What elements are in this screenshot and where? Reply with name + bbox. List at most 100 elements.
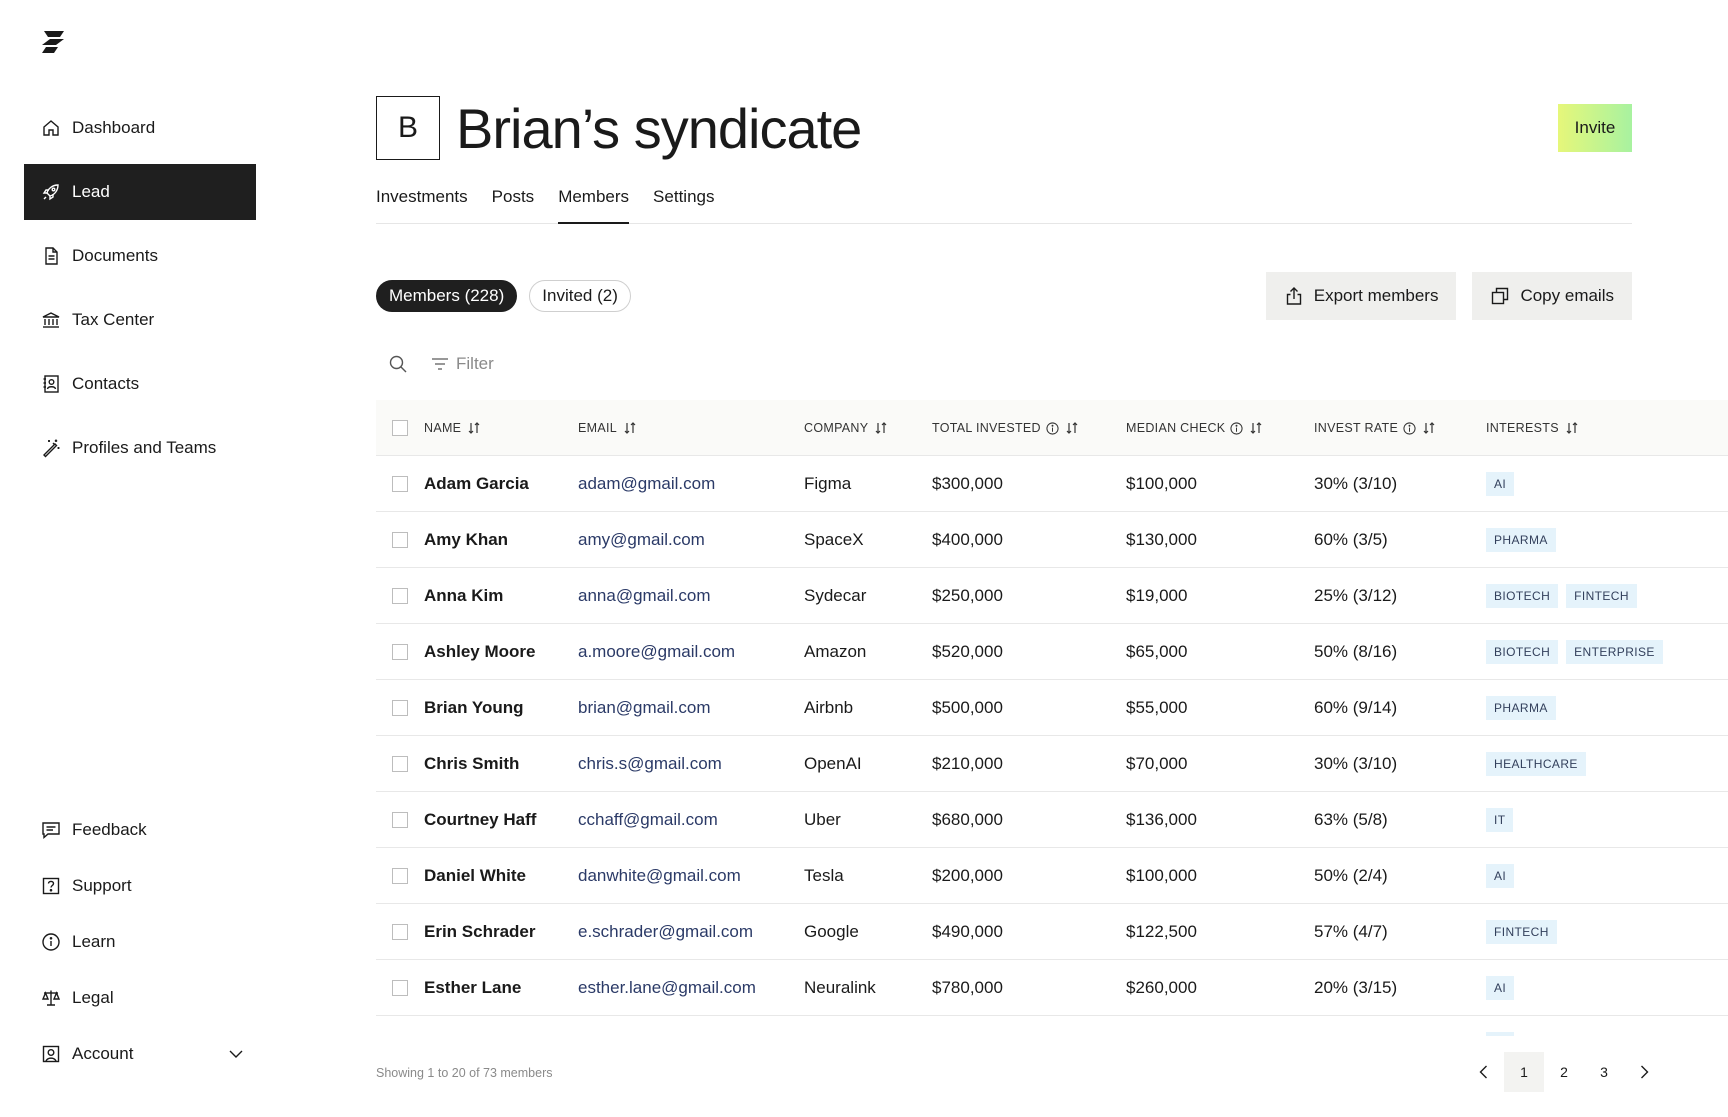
column-header-company[interactable]: COMPANY	[804, 400, 888, 456]
sidebar-item-contacts[interactable]: Contacts	[24, 356, 256, 412]
sort-icon[interactable]	[1065, 421, 1079, 435]
row-checkbox[interactable]	[392, 700, 408, 716]
table-row[interactable]: Brian Young brian@gmail.com Airbnb $500,…	[376, 680, 1728, 736]
member-interests: AI	[1486, 456, 1522, 512]
row-checkbox[interactable]	[392, 980, 408, 996]
tab-investments[interactable]: Investments	[376, 184, 468, 224]
column-header-label: INVEST RATE	[1314, 421, 1399, 435]
member-email[interactable]: amy@gmail.com	[578, 512, 705, 568]
tab-settings[interactable]: Settings	[653, 184, 714, 224]
sidebar-item-documents[interactable]: Documents	[24, 228, 256, 284]
previous-page-button[interactable]	[1464, 1052, 1504, 1092]
sidebar-item-lead[interactable]: Lead	[24, 164, 256, 220]
member-interests: PHARMA	[1486, 512, 1564, 568]
member-interests: AI	[1486, 848, 1522, 904]
table-row[interactable]: Amy Khan amy@gmail.com SpaceX $400,000 $…	[376, 512, 1728, 568]
member-invest-rate: 50% (8/16)	[1314, 642, 1398, 661]
table-row[interactable]: Daniel White danwhite@gmail.com Tesla $2…	[376, 848, 1728, 904]
page-button-2[interactable]: 2	[1544, 1052, 1584, 1092]
sidebar-item-support[interactable]: Support	[24, 862, 256, 910]
interest-tag: BIOTECH	[1486, 584, 1559, 608]
members-pill[interactable]: Members (228)	[376, 280, 518, 312]
member-email[interactable]: esther.lane@gmail.com	[578, 960, 756, 1016]
sidebar-item-profiles-and-teams[interactable]: Profiles and Teams	[24, 420, 256, 476]
member-email[interactable]: adam@gmail.com	[578, 456, 715, 512]
sort-icon[interactable]	[467, 421, 481, 435]
row-checkbox[interactable]	[392, 756, 408, 772]
column-header-name[interactable]: NAME	[424, 400, 481, 456]
invite-button[interactable]: Invite	[1558, 104, 1632, 152]
interest-tag: ENTERPRISE	[1566, 640, 1663, 664]
info-icon[interactable]	[1403, 421, 1416, 435]
tab-posts[interactable]: Posts	[492, 184, 535, 224]
member-email[interactable]: a.moore@gmail.com	[578, 624, 735, 680]
clipped-row-edge	[1486, 1032, 1514, 1036]
chevron-down-icon[interactable]	[227, 1045, 245, 1063]
sort-icon[interactable]	[874, 421, 888, 435]
row-checkbox[interactable]	[392, 588, 408, 604]
sort-icon[interactable]	[1422, 421, 1436, 435]
member-interests: AI	[1486, 960, 1522, 1016]
next-page-button[interactable]	[1624, 1052, 1664, 1092]
column-header-label: TOTAL INVESTED	[932, 421, 1041, 435]
sidebar-item-learn[interactable]: Learn	[24, 918, 256, 966]
row-checkbox[interactable]	[392, 924, 408, 940]
column-header-email[interactable]: EMAIL	[578, 400, 637, 456]
sidebar-item-feedback[interactable]: Feedback	[24, 806, 256, 854]
search-icon[interactable]	[388, 354, 408, 374]
info-icon[interactable]	[1230, 421, 1244, 435]
sidebar-item-label: Profiles and Teams	[72, 438, 217, 457]
sidebar-item-dashboard[interactable]: Dashboard	[24, 100, 256, 156]
column-header-invest-rate[interactable]: INVEST RATE	[1314, 400, 1436, 456]
member-email[interactable]: cchaff@gmail.com	[578, 792, 718, 848]
sidebar-item-legal[interactable]: Legal	[24, 974, 256, 1022]
member-name: Brian Young	[424, 698, 524, 717]
sort-icon[interactable]	[623, 421, 637, 435]
table-row[interactable]: Courtney Haff cchaff@gmail.com Uber $680…	[376, 792, 1728, 848]
member-median-check: $100,000	[1126, 474, 1197, 493]
sort-icon[interactable]	[1249, 421, 1263, 435]
table-row[interactable]: Erin Schrader e.schrader@gmail.com Googl…	[376, 904, 1728, 960]
copy-emails-button[interactable]: Copy emails	[1472, 272, 1632, 320]
member-email[interactable]: e.schrader@gmail.com	[578, 904, 753, 960]
select-all-checkbox[interactable]	[392, 420, 408, 436]
member-company: Neuralink	[804, 978, 876, 997]
export-members-button[interactable]: Export members	[1265, 272, 1457, 320]
column-header-median-check[interactable]: MEDIAN CHECK	[1126, 400, 1263, 456]
sidebar-item-tax-center[interactable]: Tax Center	[24, 292, 256, 348]
table-row[interactable]: Adam Garcia adam@gmail.com Figma $300,00…	[376, 456, 1728, 512]
table-row[interactable]: Ashley Moore a.moore@gmail.com Amazon $5…	[376, 624, 1728, 680]
tab-members[interactable]: Members	[558, 184, 630, 224]
interest-tag: FINTECH	[1566, 584, 1637, 608]
row-checkbox[interactable]	[392, 532, 408, 548]
column-header-interests[interactable]: INTERESTS	[1486, 400, 1579, 456]
info-icon[interactable]	[1046, 421, 1059, 435]
table-row[interactable]: Esther Lane esther.lane@gmail.com Neural…	[376, 960, 1728, 1016]
table-row[interactable]: Chris Smith chris.s@gmail.com OpenAI $21…	[376, 736, 1728, 792]
sidebar-item-account[interactable]: Account	[24, 1030, 256, 1078]
member-email[interactable]: brian@gmail.com	[578, 680, 711, 736]
member-email[interactable]: anna@gmail.com	[578, 568, 711, 624]
column-header-label: EMAIL	[578, 421, 618, 435]
table-row[interactable]: Anna Kim anna@gmail.com Sydecar $250,000…	[376, 568, 1728, 624]
member-invest-rate: 60% (9/14)	[1314, 698, 1398, 717]
row-checkbox[interactable]	[392, 812, 408, 828]
sort-icon[interactable]	[1565, 421, 1579, 435]
column-header-label: INTERESTS	[1486, 421, 1559, 435]
column-header-total-invested[interactable]: TOTAL INVESTED	[932, 400, 1079, 456]
member-interests: BIOTECH ENTERPRISE	[1486, 624, 1671, 680]
invited-pill[interactable]: Invited (2)	[529, 280, 631, 312]
page-button-1[interactable]: 1	[1504, 1052, 1544, 1092]
page-button-3[interactable]: 3	[1584, 1052, 1624, 1092]
member-email[interactable]: danwhite@gmail.com	[578, 848, 741, 904]
row-checkbox[interactable]	[392, 868, 408, 884]
filter-button[interactable]: Filter	[430, 354, 494, 374]
member-email[interactable]: chris.s@gmail.com	[578, 736, 722, 792]
row-checkbox[interactable]	[392, 476, 408, 492]
member-invest-rate: 25% (3/12)	[1314, 586, 1398, 605]
pagination: 1 2 3	[1464, 1052, 1664, 1092]
sydecar-logo-icon[interactable]	[40, 30, 66, 54]
member-company: Tesla	[804, 866, 844, 885]
interest-tag: IT	[1486, 808, 1514, 832]
row-checkbox[interactable]	[392, 644, 408, 660]
